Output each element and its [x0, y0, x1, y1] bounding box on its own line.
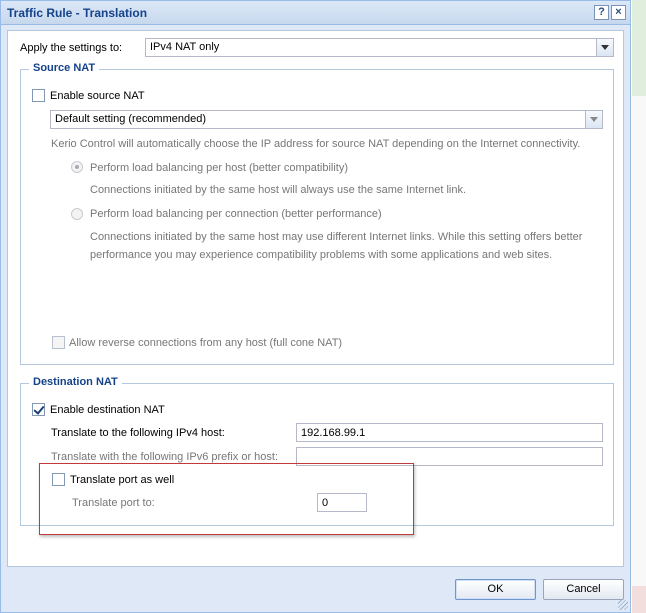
load-balance-connection-description-1: Connections initiated by the same host m…	[90, 231, 583, 243]
ipv4-host-value: 192.168.99.1	[301, 427, 366, 439]
reverse-connections-checkbox[interactable]	[52, 336, 65, 349]
source-nat-description: Kerio Control will automatically choose …	[51, 138, 581, 150]
load-balance-connection-description-2: performance you may experience compatibi…	[90, 249, 553, 261]
dialog-title: Traffic Rule - Translation	[7, 6, 148, 20]
source-nat-fieldset: Source NAT Enable source NAT Default set…	[20, 62, 614, 365]
radio-load-balance-host[interactable]	[71, 161, 83, 173]
source-nat-mode-select[interactable]: Default setting (recommended)	[50, 110, 603, 129]
ipv6-prefix-label: Translate with the following IPv6 prefix…	[51, 451, 279, 463]
enable-destination-nat-checkbox[interactable]	[32, 403, 45, 416]
ipv4-host-label: Translate to the following IPv4 host:	[51, 427, 225, 439]
help-icon: ?	[598, 6, 605, 18]
ok-button[interactable]: OK	[455, 579, 536, 600]
apply-select-value: IPv4 NAT only	[150, 41, 220, 53]
annotation-highlight-box	[39, 463, 414, 535]
enable-source-nat-checkbox[interactable]	[32, 89, 45, 102]
load-balance-host-description: Connections initiated by the same host w…	[90, 184, 467, 196]
radio-load-balance-connection[interactable]	[71, 208, 83, 220]
reverse-connections-label: Allow reverse connections from any host …	[69, 337, 343, 349]
close-icon: ×	[615, 6, 622, 18]
radio-load-balance-connection-label: Perform load balancing per connection (b…	[90, 208, 382, 220]
title-bar[interactable]: Traffic Rule - Translation ? ×	[1, 1, 630, 25]
source-nat-mode-value: Default setting (recommended)	[55, 113, 207, 125]
resize-grip-icon[interactable]	[618, 600, 628, 610]
destination-nat-legend: Destination NAT	[29, 376, 122, 388]
translation-dialog: Traffic Rule - Translation ? × Apply the…	[0, 0, 631, 613]
enable-source-nat-label: Enable source NAT	[50, 90, 145, 102]
source-nat-legend: Source NAT	[29, 62, 100, 74]
help-button[interactable]: ?	[594, 5, 609, 20]
apply-select[interactable]: IPv4 NAT only	[145, 38, 614, 57]
radio-load-balance-host-label: Perform load balancing per host (better …	[90, 162, 349, 174]
background-strip-green	[632, 0, 646, 96]
ipv4-host-input[interactable]: 192.168.99.1	[296, 423, 603, 442]
close-button[interactable]: ×	[611, 5, 626, 20]
background-strip-red	[632, 586, 646, 613]
enable-destination-nat-label: Enable destination NAT	[50, 404, 165, 416]
apply-label: Apply the settings to:	[20, 42, 123, 54]
chevron-down-icon[interactable]	[585, 111, 602, 128]
chevron-down-icon[interactable]	[596, 39, 613, 56]
cancel-button[interactable]: Cancel	[543, 579, 624, 600]
